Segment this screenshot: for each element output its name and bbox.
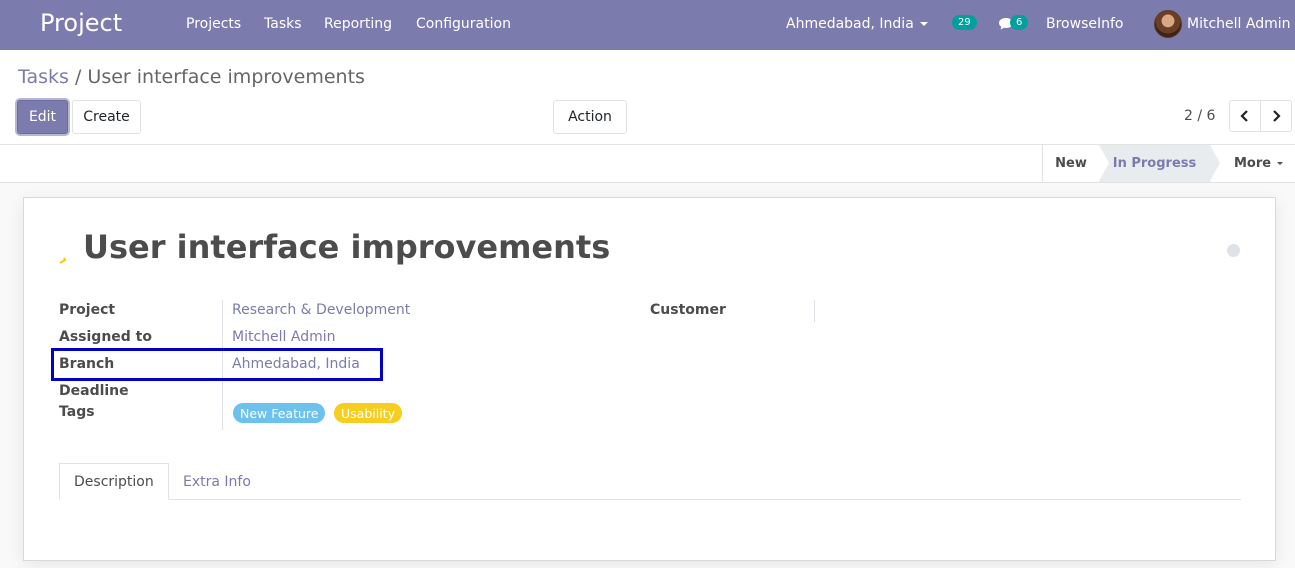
message-count-badge[interactable]: 6 — [1010, 15, 1029, 30]
chevron-left-icon — [1240, 110, 1248, 122]
breadcrumb-separator: / — [74, 66, 82, 88]
more-label: More — [1234, 156, 1272, 171]
chevron-right-icon — [1273, 110, 1281, 122]
tag-new-feature[interactable]: New Feature — [233, 403, 326, 423]
breadcrumb-tasks-link[interactable]: Tasks — [18, 66, 69, 88]
menu-projects[interactable]: Projects — [186, 16, 241, 32]
deadline-label: Deadline — [59, 383, 129, 399]
stage-new[interactable]: New — [1043, 145, 1099, 182]
tag-usability[interactable]: Usability — [334, 403, 402, 423]
priority-star-icon[interactable] — [58, 255, 68, 265]
tab-extra-info[interactable]: Extra Info — [169, 463, 265, 500]
task-title[interactable]: User interface improvements — [83, 228, 610, 266]
company-name: Ahmedabad, India — [786, 16, 914, 32]
pager-value[interactable]: 2 / 6 — [1184, 108, 1215, 124]
breadcrumb: Tasks / User interface improvements — [18, 66, 365, 88]
activity-count-badge[interactable]: 29 — [952, 15, 977, 30]
action-button[interactable]: Action — [553, 100, 627, 134]
customer-label: Customer — [650, 302, 726, 318]
pager-previous-button[interactable] — [1229, 100, 1261, 132]
kanban-state-icon[interactable] — [1227, 244, 1240, 257]
tags-label: Tags — [59, 404, 95, 420]
breadcrumb-current: User interface improvements — [87, 66, 365, 88]
menu-tasks[interactable]: Tasks — [264, 16, 302, 32]
menu-reporting[interactable]: Reporting — [324, 16, 392, 32]
menu-configuration[interactable]: Configuration — [416, 16, 511, 32]
user-menu[interactable]: Mitchell Admin — [1187, 16, 1291, 32]
project-value[interactable]: Research & Development — [232, 302, 410, 318]
stage-arrow — [1210, 145, 1220, 181]
create-button[interactable]: Create — [72, 100, 141, 134]
project-label: Project — [59, 302, 116, 318]
edit-button[interactable]: Edit — [17, 100, 68, 134]
control-panel: Tasks / User interface improvements Edit… — [0, 50, 1295, 145]
stage-in-progress[interactable]: In Progress — [1099, 145, 1210, 182]
company-switcher[interactable]: Ahmedabad, India — [786, 16, 928, 32]
field-divider — [814, 300, 815, 322]
app-name[interactable]: Project — [40, 9, 122, 37]
user-avatar[interactable] — [1154, 10, 1182, 38]
more-stages-button[interactable]: More — [1234, 145, 1284, 182]
form-sheet: User interface improvements Project Rese… — [23, 197, 1276, 561]
caret-down-icon — [919, 22, 928, 26]
caret-down-icon — [1277, 162, 1284, 165]
assigned-to-label: Assigned to — [59, 329, 152, 345]
statusbar: New In Progress More — [0, 145, 1295, 183]
top-navbar: Project Projects Tasks Reporting Configu… — [0, 0, 1295, 50]
tab-description[interactable]: Description — [59, 463, 169, 500]
branch-highlight-box — [51, 348, 383, 381]
pager-next-button[interactable] — [1260, 100, 1292, 132]
database-name[interactable]: BrowseInfo — [1046, 16, 1123, 32]
assigned-to-value[interactable]: Mitchell Admin — [232, 329, 336, 345]
stage-arrow — [1099, 145, 1109, 181]
